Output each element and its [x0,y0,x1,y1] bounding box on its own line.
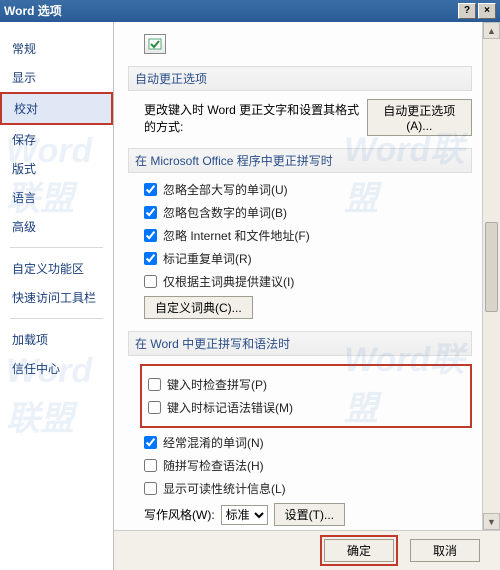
lbl-flag-repeated: 标记重复单词(R) [163,250,252,267]
scroll-content: 自动更正选项 更改键入时 Word 更正文字和设置其格式的方式: 自动更正选项(… [114,22,482,530]
lbl-main-dict-only: 仅根据主词典提供建议(I) [163,273,294,290]
sidebar-item-language[interactable]: 语言 [0,183,113,212]
sidebar-item-addins[interactable]: 加载项 [0,325,113,354]
lbl-mark-grammar: 键入时标记语法错误(M) [167,399,293,416]
titlebar: Word 选项 ? × [0,0,500,22]
chk-ignore-uppercase[interactable] [144,183,157,196]
chk-main-dict-only[interactable] [144,275,157,288]
main-panel: 自动更正选项 更改键入时 Word 更正文字和设置其格式的方式: 自动更正选项(… [114,22,500,570]
custom-dictionaries-button[interactable]: 自定义词典(C)... [144,296,253,319]
proofing-icon [144,34,166,54]
close-button[interactable]: × [478,3,496,19]
chk-grammar-with-spell[interactable] [144,459,157,472]
sidebar-item-general[interactable]: 常规 [0,34,113,63]
lbl-ignore-internet: 忽略 Internet 和文件地址(F) [163,227,310,244]
autocorrect-desc: 更改键入时 Word 更正文字和设置其格式的方式: [144,101,361,135]
writing-style-settings-button[interactable]: 设置(T)... [274,503,345,526]
cancel-button[interactable]: 取消 [410,539,480,562]
chk-check-spelling[interactable] [148,378,161,391]
chk-mark-grammar[interactable] [148,401,161,414]
writing-style-label: 写作风格(W): [144,506,215,523]
chk-ignore-internet[interactable] [144,229,157,242]
window-controls: ? × [458,3,496,19]
sidebar-item-trust-center[interactable]: 信任中心 [0,354,113,383]
highlight-ok-box: 确定 [320,535,398,566]
section-autocorrect-head: 自动更正选项 [128,66,472,91]
sidebar-item-proofing[interactable]: 校对 [0,92,113,125]
chk-confused-words[interactable] [144,436,157,449]
scroll-thumb[interactable] [485,222,498,312]
writing-style-select[interactable]: 标准 [221,505,268,525]
dialog-footer: 确定 取消 [114,530,500,570]
sidebar-item-save[interactable]: 保存 [0,125,113,154]
proofing-icon-row [144,34,472,54]
vertical-scrollbar[interactable]: ▲ ▼ [482,22,500,530]
lbl-ignore-uppercase: 忽略全部大写的单词(U) [163,181,288,198]
help-button[interactable]: ? [458,3,476,19]
lbl-confused-words: 经常混淆的单词(N) [163,434,264,451]
section-office-head: 在 Microsoft Office 程序中更正拼写时 [128,148,472,173]
sidebar-item-customize-ribbon[interactable]: 自定义功能区 [0,254,113,283]
sidebar-item-advanced[interactable]: 高级 [0,212,113,241]
lbl-readability-stats: 显示可读性统计信息(L) [163,480,286,497]
window-title: Word 选项 [4,0,62,22]
lbl-grammar-with-spell: 随拼写检查语法(H) [163,457,264,474]
lbl-ignore-numbers: 忽略包含数字的单词(B) [163,204,287,221]
sidebar-item-layout[interactable]: 版式 [0,154,113,183]
sidebar: 常规 显示 校对 保存 版式 语言 高级 自定义功能区 快速访问工具栏 加载项 … [0,22,114,570]
autocorrect-options-button[interactable]: 自动更正选项(A)... [367,99,472,136]
sidebar-item-display[interactable]: 显示 [0,63,113,92]
scroll-up-button[interactable]: ▲ [483,22,500,39]
section-wordspell-head: 在 Word 中更正拼写和语法时 [128,331,472,356]
chk-flag-repeated[interactable] [144,252,157,265]
chk-readability-stats[interactable] [144,482,157,495]
ok-button[interactable]: 确定 [324,539,394,562]
lbl-check-spelling: 键入时检查拼写(P) [167,376,267,393]
sidebar-item-quick-access[interactable]: 快速访问工具栏 [0,283,113,312]
scroll-down-button[interactable]: ▼ [483,513,500,530]
chk-ignore-numbers[interactable] [144,206,157,219]
highlight-spellcheck-box: 键入时检查拼写(P) 键入时标记语法错误(M) [140,364,472,428]
